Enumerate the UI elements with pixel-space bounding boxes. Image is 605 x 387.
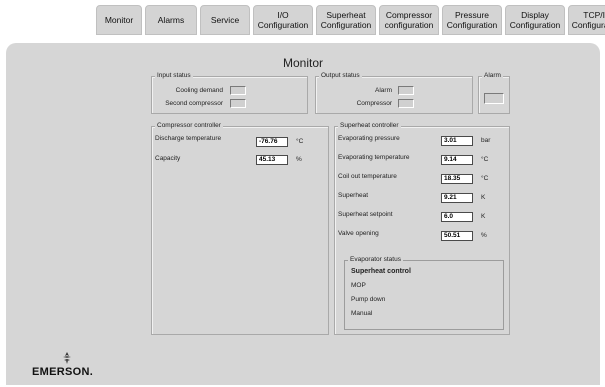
compressor-controller-group: Compressor controller Discharge temperat… bbox=[151, 122, 329, 335]
superheat-controller-legend: Superheat controller bbox=[338, 122, 401, 129]
valve-opening-label: Valve opening bbox=[338, 230, 379, 237]
second-compressor-label: Second compressor bbox=[165, 100, 223, 107]
tab-io-configuration[interactable]: I/O Configuration bbox=[253, 5, 313, 35]
alarm-legend: Alarm bbox=[482, 72, 503, 79]
superheat-unit: K bbox=[481, 194, 486, 201]
superheat-setpoint-value: 6.0 bbox=[441, 212, 473, 222]
tab-superheat-configuration[interactable]: Superheat Configuration bbox=[316, 5, 376, 35]
tab-alarms[interactable]: Alarms bbox=[145, 5, 197, 35]
superheat-label: Superheat bbox=[338, 192, 368, 199]
tab-display-configuration[interactable]: Display Configuration bbox=[505, 5, 565, 35]
evaporator-status-group: Evaporator status Superheat control MOP … bbox=[344, 256, 504, 330]
discharge-temperature-unit: °C bbox=[296, 138, 304, 145]
superheat-value: 9.21 bbox=[441, 193, 473, 203]
evaporator-status-mop: MOP bbox=[351, 282, 366, 289]
coil-out-temperature-value: 18.35 bbox=[441, 174, 473, 184]
compressor-output-label: Compressor bbox=[356, 100, 392, 107]
alarm-group: Alarm bbox=[478, 72, 510, 114]
monitor-panel: Monitor Input status Cooling demand Seco… bbox=[6, 43, 600, 385]
coil-out-temperature-unit: °C bbox=[481, 175, 489, 182]
evaporator-status-superheat-control: Superheat control bbox=[351, 268, 411, 275]
coil-out-temperature-label: Coil out temperature bbox=[338, 173, 397, 180]
capacity-value: 45.13 bbox=[256, 155, 288, 165]
input-status-group: Input status Cooling demand Second compr… bbox=[151, 72, 308, 114]
emerson-logo: EMERSON. bbox=[32, 351, 112, 381]
cooling-demand-label: Cooling demand bbox=[175, 87, 223, 94]
evaporator-status-legend: Evaporator status bbox=[348, 256, 403, 263]
alarm-output-indicator bbox=[398, 86, 414, 95]
superheat-controller-group: Superheat controller Evaporating pressur… bbox=[334, 122, 510, 335]
alarm-output-label: Alarm bbox=[375, 87, 392, 94]
evaporating-temperature-value: 9.14 bbox=[441, 155, 473, 165]
top-navigation: Monitor Alarms Service I/O Configuration… bbox=[96, 5, 605, 37]
emerson-logo-mark-icon bbox=[63, 352, 71, 364]
tab-pressure-configuration[interactable]: Pressure Configuration bbox=[442, 5, 502, 35]
evaporating-temperature-label: Evaporating temperature bbox=[338, 154, 410, 161]
superheat-setpoint-label: Superheat setpoint bbox=[338, 211, 393, 218]
output-status-legend: Output status bbox=[319, 72, 362, 79]
discharge-temperature-value: -76.76 bbox=[256, 137, 288, 147]
evaporator-status-manual: Manual bbox=[351, 310, 373, 317]
tab-monitor[interactable]: Monitor bbox=[96, 5, 142, 35]
emerson-wordmark: EMERSON. bbox=[32, 366, 94, 378]
alarm-indicator bbox=[484, 93, 504, 104]
valve-opening-unit: % bbox=[481, 232, 487, 239]
tab-tcpip-configuration[interactable]: TCP/IP Configuration bbox=[568, 5, 605, 35]
cooling-demand-indicator bbox=[230, 86, 246, 95]
valve-opening-value: 50.51 bbox=[441, 231, 473, 241]
capacity-unit: % bbox=[296, 156, 302, 163]
input-status-legend: Input status bbox=[155, 72, 193, 79]
evaporating-pressure-value: 3.01 bbox=[441, 136, 473, 146]
evaporating-pressure-label: Evaporating pressure bbox=[338, 135, 400, 142]
second-compressor-indicator bbox=[230, 99, 246, 108]
tab-service[interactable]: Service bbox=[200, 5, 250, 35]
superheat-setpoint-unit: K bbox=[481, 213, 486, 220]
tab-compressor-configuration[interactable]: Compressor configuration bbox=[379, 5, 439, 35]
compressor-output-indicator bbox=[398, 99, 414, 108]
evaporator-status-pump-down: Pump down bbox=[351, 296, 386, 303]
discharge-temperature-label: Discharge temperature bbox=[155, 135, 222, 142]
output-status-group: Output status Alarm Compressor bbox=[315, 72, 473, 114]
evaporating-pressure-unit: bar bbox=[481, 137, 491, 144]
page-title: Monitor bbox=[282, 56, 323, 70]
capacity-label: Capacity bbox=[155, 155, 181, 162]
evaporating-temperature-unit: °C bbox=[481, 156, 489, 163]
compressor-controller-legend: Compressor controller bbox=[155, 122, 223, 129]
